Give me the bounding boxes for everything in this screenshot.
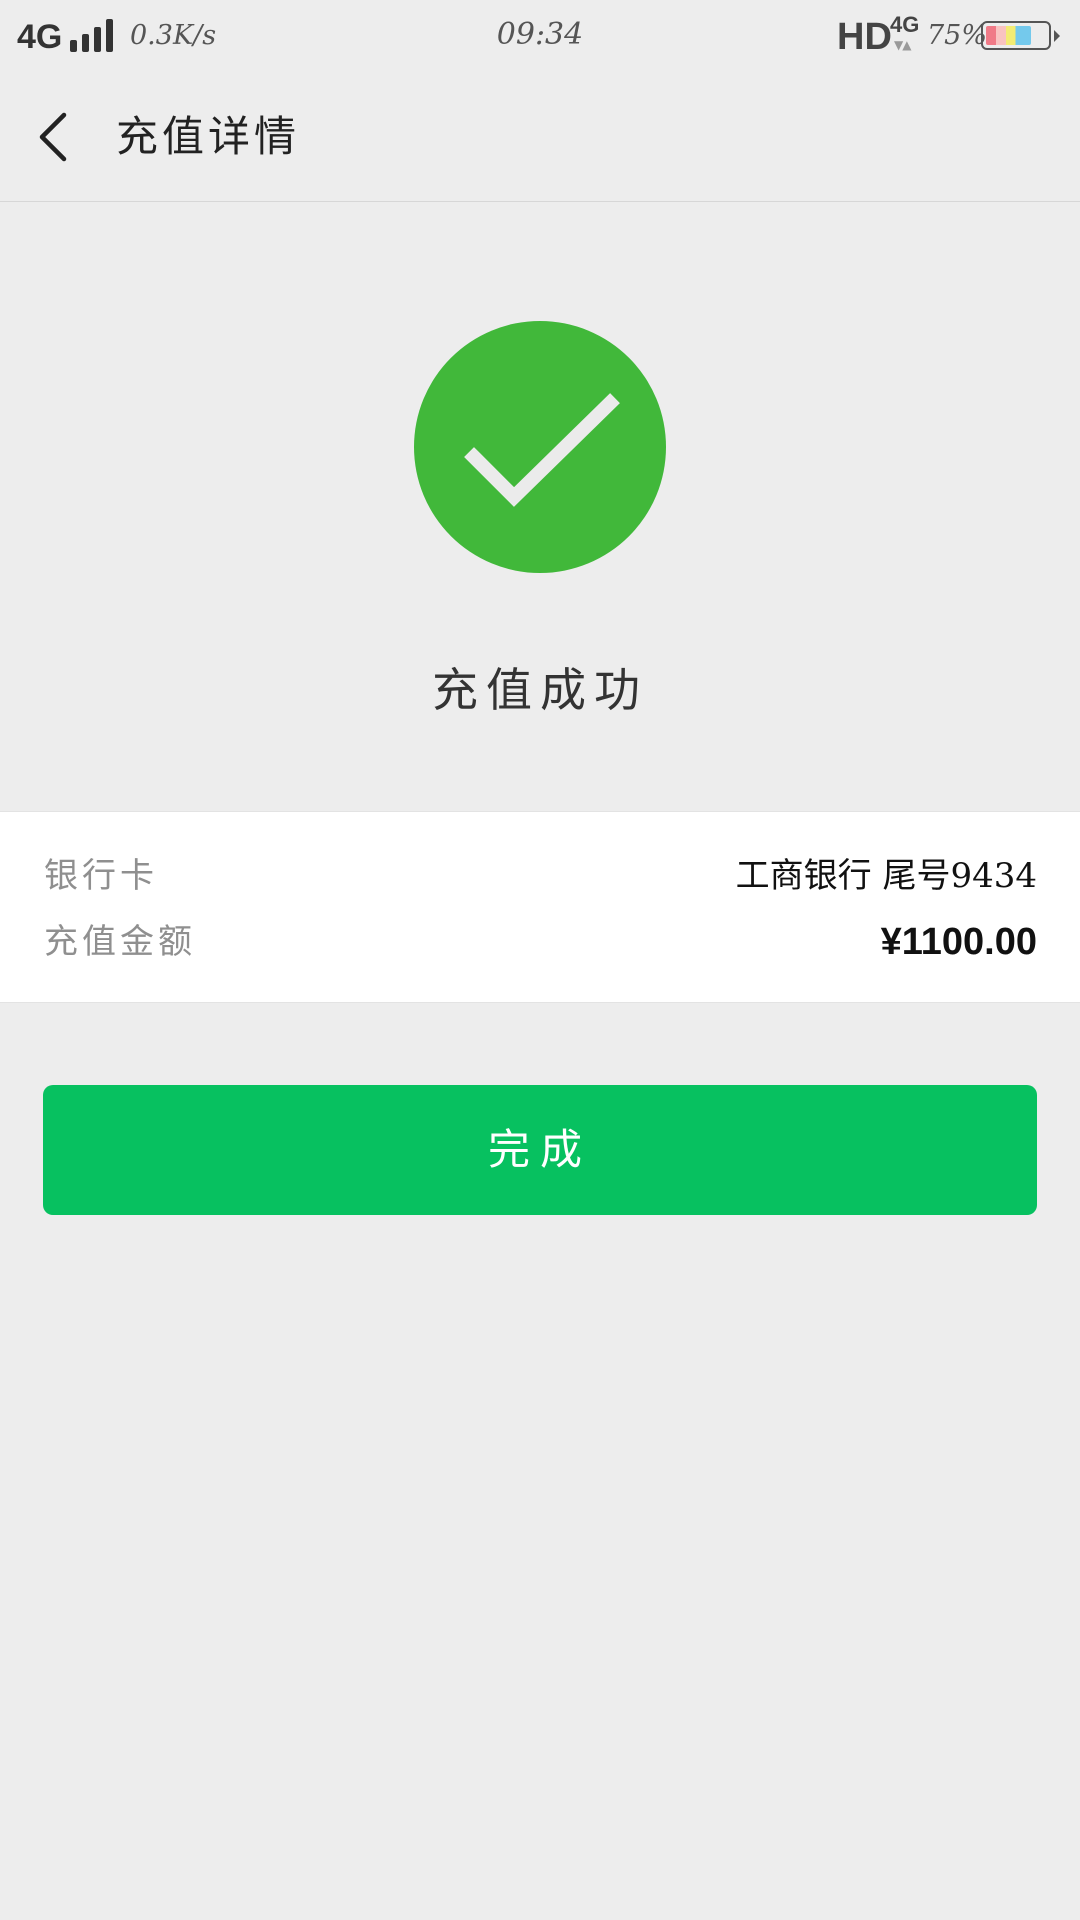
hd-indicator: HD (837, 16, 892, 58)
battery-percent: 75% (927, 20, 988, 51)
chevron-left-icon (39, 112, 67, 162)
done-button[interactable]: 完成 (43, 1085, 1037, 1215)
success-circle (414, 321, 666, 573)
network-type-secondary: 4G (890, 12, 920, 37)
detail-row-amount: 充值金额 ¥1100.00 (44, 914, 1037, 970)
recharge-details-card: 银行卡 工商银行 尾号9434 充值金额 ¥1100.00 (0, 811, 1080, 1003)
data-arrows-icon: ▼▲ (894, 38, 911, 52)
battery-level (986, 26, 1031, 45)
amount-value: ¥1100.00 (880, 921, 1037, 963)
navigation-bar: 充值详情 (0, 72, 1080, 202)
status-bar: 4G 0.3K/s 09:34 HD 4G ▼▲ 75% (0, 0, 1080, 72)
back-button[interactable] (28, 107, 88, 167)
success-title: 充值成功 (432, 663, 648, 717)
page-title: 充值详情 (116, 112, 301, 161)
detail-label: 充值金额 (44, 922, 196, 962)
battery-tip (1054, 30, 1060, 42)
detail-label: 银行卡 (44, 856, 158, 896)
battery-icon (981, 21, 1051, 50)
check-circle-icon (414, 321, 666, 573)
detail-value: 工商银行 尾号9434 (735, 856, 1037, 896)
detail-row-bank-card: 银行卡 工商银行 尾号9434 (44, 848, 1037, 904)
data-activity-icon: 4G ▼▲ (890, 14, 920, 54)
